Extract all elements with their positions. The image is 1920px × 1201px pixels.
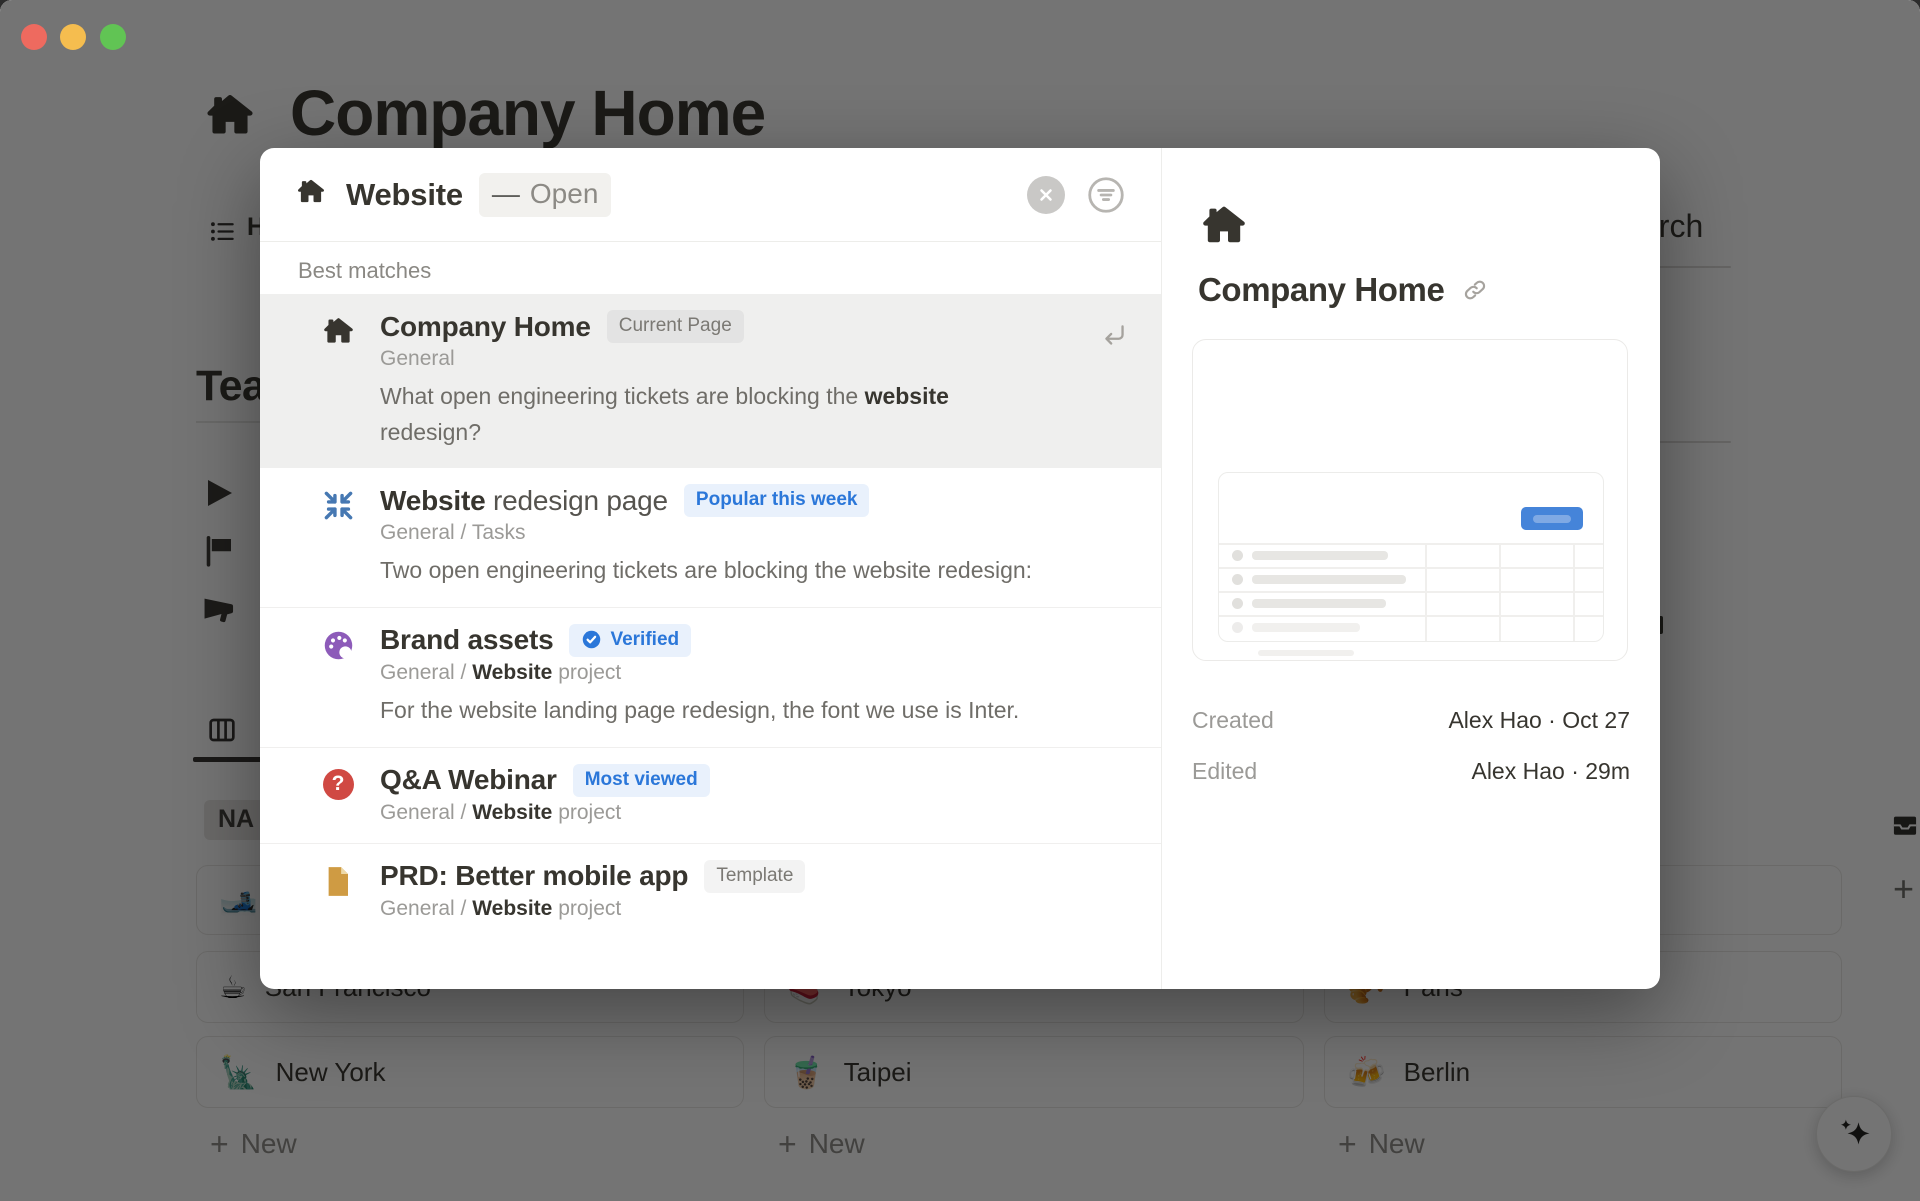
close-window-button[interactable] [21,24,47,50]
window-controls [0,0,140,60]
result-badge: Current Page [607,310,744,343]
result-title: Company Home [380,311,591,343]
document-icon [323,865,353,898]
preview-blue-button [1521,507,1583,530]
minimize-window-button[interactable] [60,24,86,50]
home-icon [296,177,326,212]
close-icon [1037,186,1055,204]
result-title: Website redesign page [380,485,668,517]
app-window: Company Home H Tea NA arch + 🎿☕San Franc… [0,0,1920,1201]
autocomplete-hint: —Open [479,173,612,217]
result-context: Two open engineering tickets are blockin… [380,553,1032,589]
search-result-brand-assets[interactable]: Brand assets Verified General / Website pr… [260,607,1161,747]
result-badge: Verified [569,624,691,657]
return-key-icon [1098,320,1129,356]
search-input[interactable]: Website [346,177,463,213]
search-result-website-redesign-page[interactable]: Website redesign page Popular this week Ge… [260,468,1161,607]
palette-icon [322,629,355,662]
result-title: PRD: Better mobile app [380,860,688,892]
result-badge: Most viewed [573,764,710,797]
created-row: Created Alex Hao · Oct 27 [1192,707,1630,734]
result-breadcrumb: General / Website project [380,661,1019,685]
search-result-company-home[interactable]: Company Home Current Page General What open… [260,294,1161,468]
result-breadcrumb: General / Website project [380,897,805,921]
result-breadcrumb: General / Tasks [380,521,1032,545]
preview-page-title: Company Home [1198,271,1444,309]
filter-icon [1085,174,1127,216]
search-result-prd-better-mobile-app[interactable]: PRD: Better mobile app Template General / … [260,843,1161,939]
result-breadcrumb: General [380,347,1040,371]
result-context: For the website landing page redesign, t… [380,693,1019,729]
clear-search-button[interactable] [1027,176,1065,214]
page-preview-thumbnail [1192,339,1628,661]
home-icon [322,315,355,348]
result-breadcrumb: General / Website project [380,801,710,825]
question-mark-icon: ? [323,769,354,800]
result-title: Q&A Webinar [380,764,557,796]
home-icon [1200,202,1660,255]
edited-label: Edited [1192,758,1257,785]
search-results-pane: Website —Open Best matches Company HomeC… [260,148,1161,989]
results-section-label: Best matches [260,242,1161,294]
result-context: What open engineering tickets are blocki… [380,379,1040,450]
preview-skeleton [1218,472,1604,642]
result-badge: Template [704,860,805,893]
preview-panel: Company Home [1161,148,1660,989]
created-label: Created [1192,707,1274,734]
search-bar[interactable]: Website —Open [260,148,1161,242]
filter-button[interactable] [1085,174,1127,216]
created-value: Alex Hao · Oct 27 [1448,707,1630,734]
edited-value: Alex Hao · 29m [1471,758,1630,785]
result-title: Brand assets [380,624,553,656]
result-badge: Popular this week [684,484,870,517]
copy-link-icon[interactable] [1462,277,1488,303]
edited-row: Edited Alex Hao · 29m [1192,758,1630,785]
collapse-arrows-icon [322,489,355,522]
search-result-qa-webinar[interactable]: ? Q&A Webinar Most viewed General / Website… [260,747,1161,843]
search-modal: Website —Open Best matches Company HomeC… [260,148,1660,989]
preview-skeleton-bar [1258,650,1354,656]
zoom-window-button[interactable] [100,24,126,50]
verified-icon [581,629,602,650]
